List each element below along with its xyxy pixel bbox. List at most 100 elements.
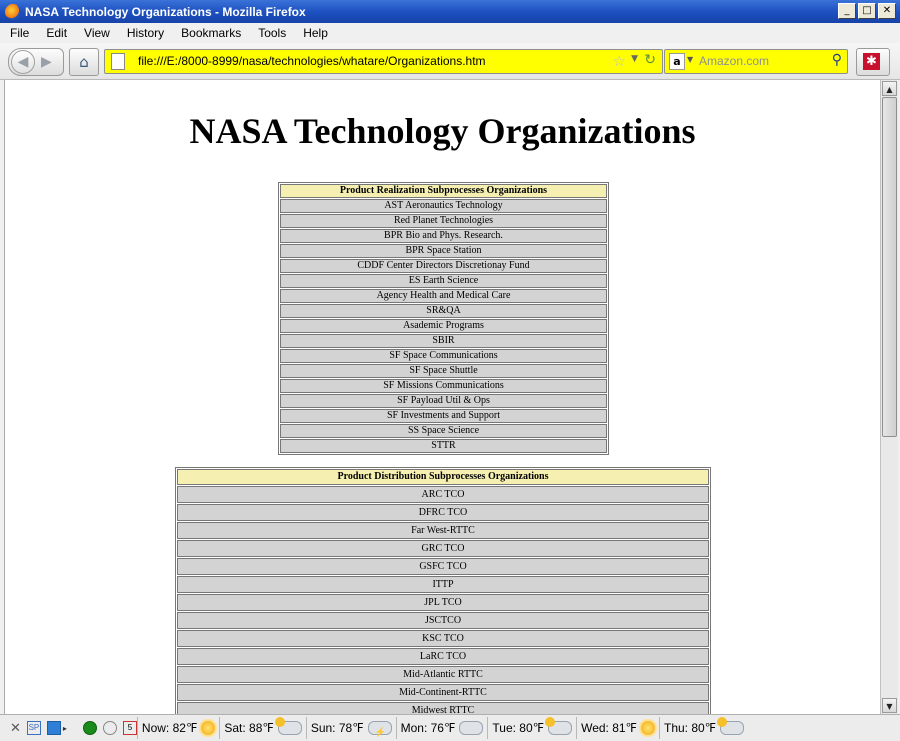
page-icon bbox=[111, 53, 125, 70]
table-row: AST Aeronautics Technology bbox=[280, 199, 607, 213]
weather-wed[interactable]: Wed: 81℉ bbox=[576, 717, 659, 739]
table-row: SS Space Science bbox=[280, 424, 607, 438]
scrollbar-thumb[interactable] bbox=[882, 97, 897, 437]
partly-cloudy-icon bbox=[274, 717, 302, 735]
page-title: NASA Technology Organizations bbox=[189, 111, 696, 151]
weather-tue[interactable]: Tue: 80℉ bbox=[487, 717, 576, 739]
reload-icon[interactable]: ↻ bbox=[644, 52, 656, 68]
weather-label: Wed: 81℉ bbox=[581, 721, 637, 735]
table-row: JPL TCO bbox=[177, 594, 709, 611]
page-content: NASA Technology Organizations Product Re… bbox=[4, 80, 880, 714]
table-row: Midwest RTTC bbox=[177, 702, 709, 714]
vertical-scrollbar[interactable]: ▲ ▼ bbox=[880, 80, 898, 714]
home-icon: ⌂ bbox=[79, 53, 89, 71]
table-row: ARC TCO bbox=[177, 486, 709, 503]
maximize-button[interactable]: □ bbox=[858, 3, 876, 19]
weather-label: Tue: 80℉ bbox=[492, 721, 545, 735]
table-row: ES Earth Science bbox=[280, 274, 607, 288]
table-header: Product Distribution Subprocesses Organi… bbox=[177, 469, 709, 485]
addon-arrow-icon[interactable]: ▸ bbox=[63, 724, 67, 733]
addon-icon: ✱ bbox=[863, 53, 880, 70]
back-button[interactable]: ◀ bbox=[11, 50, 35, 74]
table-row: SBIR bbox=[280, 334, 607, 348]
minimize-button[interactable]: _ bbox=[838, 3, 856, 19]
distribution-table: Product Distribution Subprocesses Organi… bbox=[175, 467, 711, 714]
table-row: Far West-RTTC bbox=[177, 522, 709, 539]
table-row: GSFC TCO bbox=[177, 558, 709, 575]
partly-cloudy-icon bbox=[545, 717, 573, 735]
cloudy-icon bbox=[459, 721, 484, 735]
table-row: KSC TCO bbox=[177, 630, 709, 647]
menu-history[interactable]: History bbox=[118, 26, 172, 40]
menu-bar: File Edit View History Bookmarks Tools H… bbox=[0, 23, 900, 43]
green-status-icon[interactable] bbox=[82, 721, 97, 735]
table-row: SF Space Shuttle bbox=[280, 364, 607, 378]
addon-bar: ✕ SP ▸ 5 Now: 82℉ Sat: 88℉ Sun: 78℉ Mon:… bbox=[0, 714, 900, 741]
table-row: SF Space Communications bbox=[280, 349, 607, 363]
window-title-bar: NASA Technology Organizations - Mozilla … bbox=[0, 0, 900, 23]
calendar-icon[interactable]: 5 bbox=[122, 721, 137, 735]
table-row: SR&QA bbox=[280, 304, 607, 318]
amazon-engine-icon[interactable]: a bbox=[669, 53, 685, 70]
table-row: ITTP bbox=[177, 576, 709, 593]
window-title: NASA Technology Organizations - Mozilla … bbox=[25, 4, 306, 19]
table-row: JSCTCO bbox=[177, 612, 709, 629]
weather-sun[interactable]: Sun: 78℉ bbox=[305, 717, 396, 739]
weather-label: Sat: 88℉ bbox=[224, 721, 274, 735]
search-bar[interactable]: a ▼ Amazon.com ⚲ bbox=[664, 49, 848, 74]
table-row: Asademic Programs bbox=[280, 319, 607, 333]
menu-view[interactable]: View bbox=[75, 26, 118, 40]
table-row: BPR Space Station bbox=[280, 244, 607, 258]
window-controls: _ □ ✕ bbox=[838, 3, 896, 19]
engine-dropdown-icon[interactable]: ▼ bbox=[687, 55, 693, 64]
back-arrow-icon: ◀ bbox=[17, 54, 29, 70]
home-button[interactable]: ⌂ bbox=[69, 48, 99, 76]
weather-now[interactable]: Now: 82℉ bbox=[136, 717, 219, 739]
weather-label: Mon: 76℉ bbox=[400, 721, 456, 735]
table-row: Agency Health and Medical Care bbox=[280, 289, 607, 303]
forward-arrow-icon: ▶ bbox=[41, 54, 52, 70]
realization-table: Product Realization Subprocesses Organiz… bbox=[278, 182, 609, 455]
menu-help[interactable]: Help bbox=[294, 26, 336, 40]
table-row: Mid-Atlantic RTTC bbox=[177, 666, 709, 683]
weather-label: Now: 82℉ bbox=[141, 721, 198, 735]
scroll-up-icon[interactable]: ▲ bbox=[882, 81, 897, 96]
table-row: CDDF Center Directors Discretionay Fund bbox=[280, 259, 607, 273]
clock-icon[interactable] bbox=[102, 721, 117, 735]
close-button[interactable]: ✕ bbox=[878, 3, 896, 19]
table-row: SF Payload Util & Ops bbox=[280, 394, 607, 408]
menu-bookmarks[interactable]: Bookmarks bbox=[172, 26, 249, 40]
search-input[interactable]: Amazon.com bbox=[699, 54, 769, 68]
weather-sat[interactable]: Sat: 88℉ bbox=[219, 717, 305, 739]
weather-mon[interactable]: Mon: 76℉ bbox=[395, 717, 488, 739]
firefox-logo-icon bbox=[5, 3, 21, 20]
x-addon-icon[interactable] bbox=[46, 721, 61, 735]
url-text[interactable]: file:///E:/8000-8999/nasa/technologies/w… bbox=[138, 54, 486, 68]
bookmark-star-icon[interactable]: ☆ bbox=[613, 52, 626, 70]
close-addon-bar-icon[interactable]: ✕ bbox=[10, 720, 21, 736]
table-row: SF Missions Communications bbox=[280, 379, 607, 393]
table-row: SF Investments and Support bbox=[280, 409, 607, 423]
table-row: DFRC TCO bbox=[177, 504, 709, 521]
menu-tools[interactable]: Tools bbox=[249, 26, 294, 40]
sp-addon-icon[interactable]: SP bbox=[26, 721, 41, 735]
forward-button[interactable]: ▶ bbox=[41, 52, 52, 72]
menu-file[interactable]: File bbox=[0, 26, 37, 40]
url-dropdown-icon[interactable]: ▼ bbox=[631, 54, 638, 64]
menu-edit[interactable]: Edit bbox=[37, 26, 75, 40]
search-magnifier-icon[interactable]: ⚲ bbox=[832, 52, 842, 68]
weather-label: Thu: 80℉ bbox=[663, 721, 717, 735]
table-row: STTR bbox=[280, 439, 607, 453]
table-header: Product Realization Subprocesses Organiz… bbox=[280, 184, 607, 198]
addon-button[interactable]: ✱ bbox=[856, 48, 890, 76]
table-row: LaRC TCO bbox=[177, 648, 709, 665]
navigation-toolbar: ◀ ▶ ⌂ file:///E:/8000-8999/nasa/technolo… bbox=[0, 43, 900, 80]
thunderstorm-icon bbox=[367, 721, 392, 738]
scroll-down-icon[interactable]: ▼ bbox=[882, 698, 897, 713]
weather-thu[interactable]: Thu: 80℉ bbox=[658, 717, 748, 739]
url-bar[interactable]: file:///E:/8000-8999/nasa/technologies/w… bbox=[104, 49, 663, 74]
table-row: GRC TCO bbox=[177, 540, 709, 557]
sun-icon bbox=[640, 721, 655, 735]
weather-label: Sun: 78℉ bbox=[310, 721, 364, 735]
table-row: BPR Bio and Phys. Research. bbox=[280, 229, 607, 243]
